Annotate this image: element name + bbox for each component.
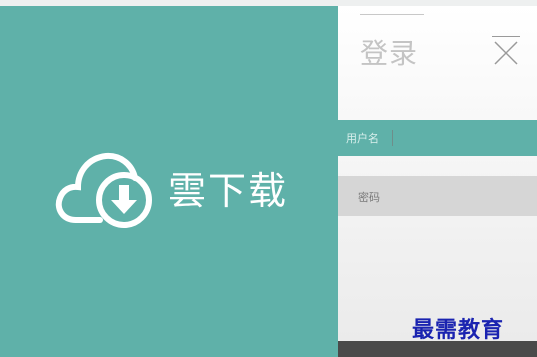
close-icon <box>494 41 518 65</box>
cloud-download-icon <box>52 146 160 228</box>
watermark: 最需教育 <box>412 317 505 343</box>
brand-name: 雲下载 <box>168 168 289 213</box>
brand: 雲下载 <box>52 146 288 228</box>
close-button[interactable] <box>492 36 520 66</box>
username-row <box>338 120 537 156</box>
text-caret <box>392 130 393 146</box>
brand-panel: 雲下载 <box>0 6 338 357</box>
login-title: 登录 <box>360 37 419 70</box>
password-input[interactable] <box>356 176 535 218</box>
username-input[interactable] <box>346 120 531 156</box>
login-panel: 登录 <box>338 6 537 357</box>
password-row <box>338 176 537 218</box>
title-divider <box>360 14 424 15</box>
